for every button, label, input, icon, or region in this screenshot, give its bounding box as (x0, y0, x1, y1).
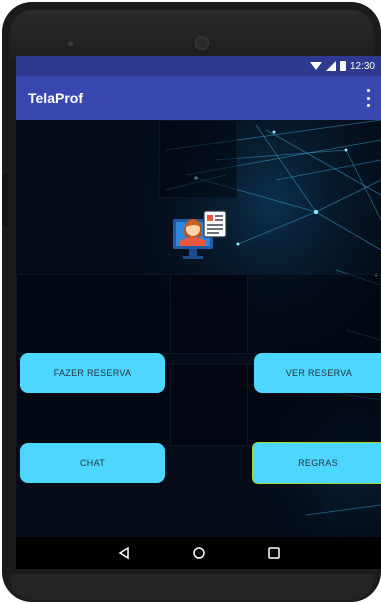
sensor-icon (68, 41, 73, 46)
status-time: 12:30 (349, 60, 375, 72)
signal-icon (325, 61, 336, 71)
teacher-profile-icon (173, 210, 227, 259)
app-bar: TelaProf (16, 76, 381, 120)
navigation-bar (16, 537, 381, 569)
regras-button[interactable]: REGRAS (252, 442, 381, 484)
fazer-reserva-button[interactable]: FAZER RESERVA (20, 353, 165, 393)
back-icon[interactable] (117, 546, 131, 560)
home-icon[interactable] (192, 546, 206, 560)
phone-top-bezel (10, 10, 374, 62)
side-button (2, 174, 8, 226)
chat-button[interactable]: CHAT (20, 443, 165, 483)
layout-cell (159, 120, 237, 198)
ver-reserva-button[interactable]: VER RESERVA (254, 353, 381, 393)
status-icons: 12:30 (309, 59, 375, 73)
phone-bottom-bezel (10, 574, 374, 600)
battery-icon (339, 61, 346, 71)
layout-cell (170, 274, 248, 354)
layout-cell (170, 364, 248, 446)
more-vert-icon[interactable] (365, 89, 371, 107)
screen: 12:30 TelaProf FAZER RESERVA VER RESERVA… (16, 56, 381, 569)
content-area: FAZER RESERVA VER RESERVA CHAT REGRAS (16, 120, 381, 537)
app-title: TelaProf (28, 90, 83, 106)
status-bar: 12:30 (16, 56, 381, 76)
camera-icon (195, 36, 209, 50)
wifi-icon (309, 62, 322, 70)
recent-apps-icon[interactable] (267, 546, 281, 560)
